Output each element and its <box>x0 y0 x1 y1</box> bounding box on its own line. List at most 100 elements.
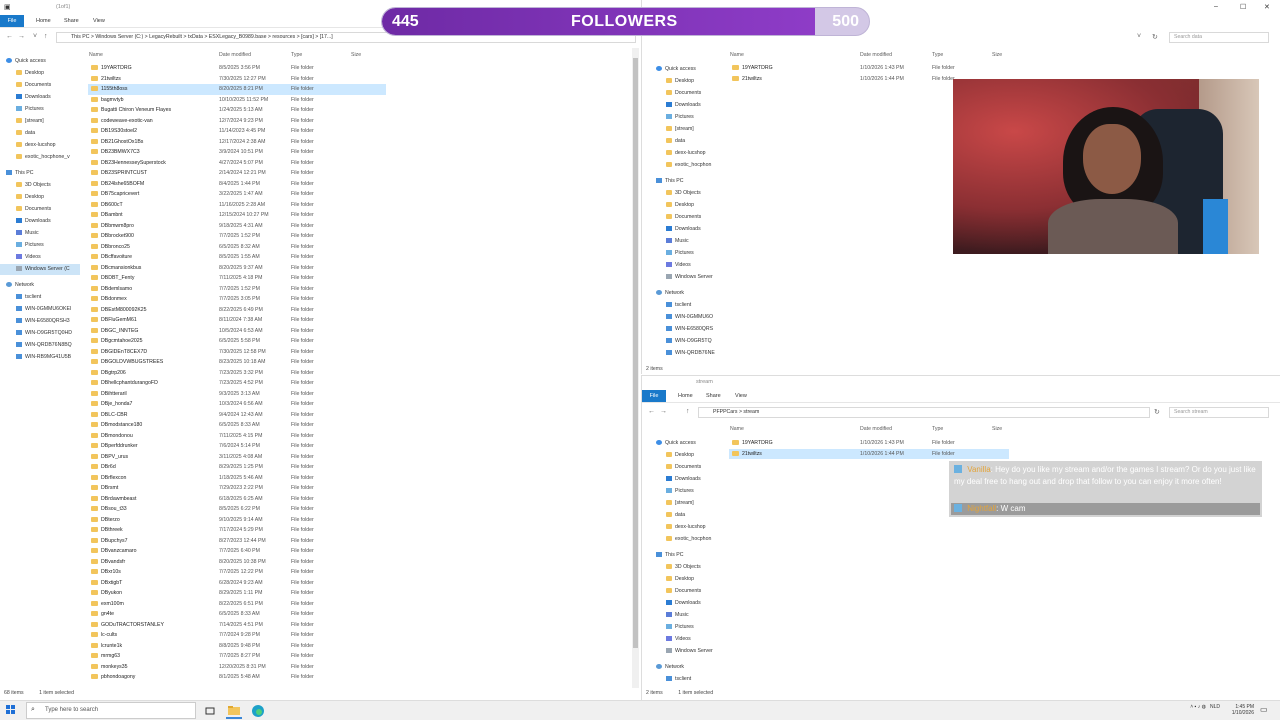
nav-item[interactable]: tsclient <box>650 674 720 685</box>
nav-item[interactable]: Network <box>650 288 720 299</box>
minimize-icon[interactable]: – <box>1214 3 1218 10</box>
file-row[interactable]: 21twiltzs 7/30/2025 12:27 PM File folder <box>88 74 386 85</box>
nav-item[interactable]: WIN-O9GR5TQ0HD <box>0 328 80 339</box>
file-row[interactable]: DBperfddrunker 7/6/2024 5:14 PM File folde… <box>88 441 386 452</box>
file-row[interactable]: DB19S30stoel2 11/14/2023 4:45 PM File fold… <box>88 126 386 137</box>
file-row[interactable]: DBGIDEnT8CEX7D 7/30/2025 12:58 PM File fol… <box>88 347 386 358</box>
file-row[interactable]: DBterzo 9/10/2025 9:14 AM File folder <box>88 515 386 526</box>
nav-item[interactable]: WIN-QRDB76NE <box>650 348 720 359</box>
nav-item[interactable]: WIN-O9GR5TQ <box>650 336 720 347</box>
nav-item[interactable]: WIN-E6580QRS <box>650 324 720 335</box>
nav-item[interactable]: This PC <box>650 550 720 561</box>
file-row[interactable]: DB23BMWX7C3 3/9/2024 10:51 PM File folder <box>88 147 386 158</box>
file-row[interactable]: DBFluGemM61 8/11/2024 7:38 AM File folder <box>88 315 386 326</box>
column-header-date[interactable]: Date modified <box>860 52 892 60</box>
vertical-scrollbar[interactable] <box>632 48 639 688</box>
nav-item[interactable]: Windows Server (C <box>0 264 80 275</box>
nav-item[interactable]: Desktop <box>0 68 80 79</box>
column-header-name[interactable]: Name <box>730 52 744 60</box>
refresh-icon[interactable]: ↻ <box>1152 33 1158 41</box>
file-row[interactable]: DBgcmtahoe2025 6/5/2025 5:58 PM File folde… <box>88 336 386 347</box>
search-input[interactable]: Search data <box>1169 32 1269 43</box>
ribbon-tab-share[interactable]: Share <box>64 18 79 24</box>
nav-item[interactable]: Desktop <box>650 574 720 585</box>
file-row[interactable]: DBrflexcon 1/18/2025 5:46 AM File folder <box>88 473 386 484</box>
nav-item[interactable]: Desktop <box>650 200 720 211</box>
ribbon-tab-file[interactable]: File <box>0 15 24 27</box>
file-row[interactable]: DBhellcphantdurangoFD 7/23/2025 4:52 PM Fi… <box>88 378 386 389</box>
nav-item[interactable]: This PC <box>650 176 720 187</box>
ribbon-tab-view[interactable]: View <box>93 18 105 24</box>
nav-item[interactable]: Downloads <box>650 100 720 111</box>
column-header-type[interactable]: Type <box>932 52 943 60</box>
file-row[interactable]: DBbronco25 6/5/2025 8:32 AM File folder <box>88 242 386 253</box>
file-row[interactable]: DB23SPRINTCUST 2/14/2024 12:21 PM File fol… <box>88 168 386 179</box>
back-arrow-icon[interactable]: ← <box>648 408 655 415</box>
file-row[interactable]: DBihtteraril 9/3/2025 3:13 AM File folder <box>88 389 386 400</box>
quick-access-toolbar-icon[interactable]: ▣ <box>4 3 11 11</box>
nav-item[interactable]: Downloads <box>650 224 720 235</box>
column-header-type[interactable]: Type <box>932 426 943 434</box>
file-row[interactable]: DBdemlsamo 7/7/2025 1:52 PM File folder <box>88 284 386 295</box>
up-arrow-icon[interactable]: ↑ <box>44 33 48 40</box>
column-header-size[interactable]: Size <box>992 52 1002 60</box>
file-row[interactable]: 19YARTDRG 1/10/2026 1:43 PM File folder <box>729 438 1009 449</box>
nav-item[interactable]: Downloads <box>0 216 80 227</box>
nav-item[interactable]: Windows Server <box>650 272 720 283</box>
ribbon-tab-view[interactable]: View <box>735 393 747 399</box>
maximize-icon[interactable]: ☐ <box>1240 3 1246 11</box>
forward-arrow-icon[interactable]: → <box>18 33 25 40</box>
file-row[interactable]: 19YARTDRG 1/10/2026 1:43 PM File folder <box>729 63 1009 74</box>
ribbon-tab-home[interactable]: Home <box>678 393 693 399</box>
ribbon-tab-home[interactable]: Home <box>36 18 51 24</box>
nav-item[interactable]: 3D Objects <box>0 180 80 191</box>
file-row[interactable]: DBdonmex 7/7/2025 3:05 PM File folder <box>88 294 386 305</box>
file-row[interactable]: DBmodstance180 6/5/2025 8:33 AM File folde… <box>88 420 386 431</box>
nav-item[interactable]: Documents <box>650 88 720 99</box>
nav-item[interactable]: Videos <box>650 260 720 271</box>
forward-arrow-icon[interactable]: → <box>660 408 667 415</box>
file-explorer-icon[interactable] <box>226 703 242 719</box>
close-icon[interactable]: ✕ <box>1264 3 1270 11</box>
file-row[interactable]: gn4te 6/5/2025 8:33 AM File folder <box>88 609 386 620</box>
edge-browser-icon[interactable] <box>250 703 266 719</box>
file-row[interactable]: DBvanzcamaro 7/7/2025 6:40 PM File folder <box>88 546 386 557</box>
nav-item[interactable]: WIN-0GMMU6OKEI <box>0 304 80 315</box>
clock[interactable]: 1:45 PM 1/10/2026 <box>1222 704 1254 716</box>
file-row[interactable]: DBGC_INNTEG 10/5/2024 6:53 AM File folder <box>88 326 386 337</box>
nav-item[interactable]: Desktop <box>650 450 720 461</box>
column-header-type[interactable]: Type <box>291 52 302 60</box>
file-row[interactable]: monkeys35 12/20/2025 8:31 PM File folder <box>88 662 386 673</box>
file-row[interactable]: DBEstM800092K25 8/22/2025 6:49 PM File fol… <box>88 305 386 316</box>
column-header-name[interactable]: Name <box>89 52 103 60</box>
nav-item[interactable]: exotic_hocphon <box>650 160 720 171</box>
nav-item[interactable]: data <box>650 510 720 521</box>
nav-item[interactable]: Quick access <box>650 64 720 75</box>
nav-item[interactable]: Pictures <box>650 112 720 123</box>
nav-item[interactable]: Windows Server <box>650 646 720 657</box>
file-row[interactable]: DBxtigbT 6/28/2024 9:23 AM File folder <box>88 578 386 589</box>
file-row[interactable]: DBthreek 7/17/2024 5:29 PM File folder <box>88 525 386 536</box>
nav-item[interactable]: Downloads <box>650 598 720 609</box>
chevron-down-icon[interactable]: ˅ <box>1137 33 1141 40</box>
task-view-icon[interactable] <box>202 703 218 719</box>
nav-item[interactable]: Documents <box>0 204 80 215</box>
nav-item[interactable]: 3D Objects <box>650 188 720 199</box>
file-row[interactable]: DBvandsfr 8/20/2025 10:38 PM File folder <box>88 557 386 568</box>
column-header-date[interactable]: Date modified <box>219 52 251 60</box>
file-row[interactable]: DBLC-CBR 9/4/2024 12:43 AM File folder <box>88 410 386 421</box>
column-header-size[interactable]: Size <box>351 52 361 60</box>
file-row[interactable]: DB600cT 11/16/2025 2:28 AM File folder <box>88 200 386 211</box>
nav-item[interactable]: Network <box>0 280 80 291</box>
nav-item[interactable]: Quick access <box>0 56 80 67</box>
up-arrow-icon[interactable]: ↑ <box>686 408 690 415</box>
nav-item[interactable]: Pictures <box>0 104 80 115</box>
nav-item[interactable]: Pictures <box>650 248 720 259</box>
search-input[interactable]: Search stream <box>1169 407 1269 418</box>
file-row[interactable]: DBsou_t33 8/5/2025 6:22 PM File folder <box>88 504 386 515</box>
file-row[interactable]: DBrsmt 7/29/2023 2:22 PM File folder <box>88 483 386 494</box>
nav-item[interactable]: Desktop <box>0 192 80 203</box>
nav-item[interactable]: Music <box>0 228 80 239</box>
nav-item[interactable]: Pictures <box>650 622 720 633</box>
chevron-down-icon[interactable]: ˅ <box>33 33 37 40</box>
